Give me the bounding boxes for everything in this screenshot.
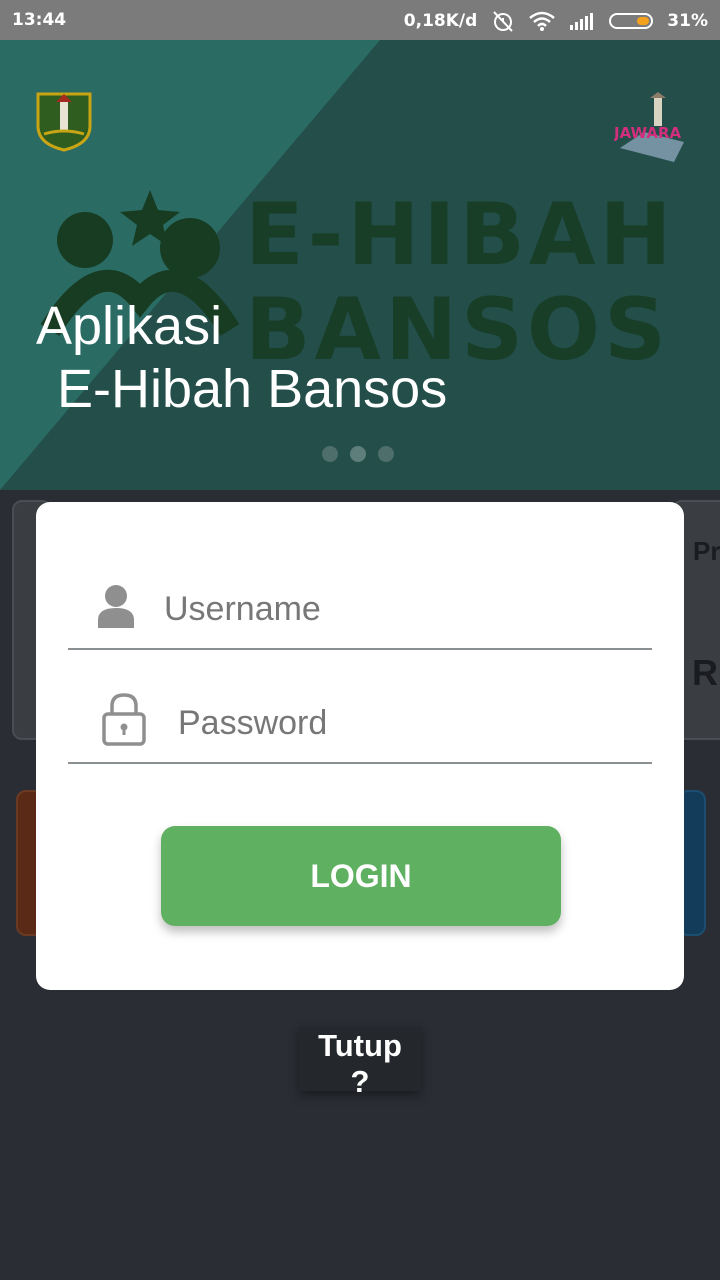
carousel-dot-active[interactable] bbox=[350, 446, 366, 462]
password-input[interactable] bbox=[176, 692, 620, 754]
battery-icon bbox=[609, 13, 654, 29]
username-field[interactable] bbox=[68, 578, 652, 650]
user-icon bbox=[98, 585, 134, 628]
jawara-logo: JAWARA bbox=[614, 92, 684, 162]
province-emblem-logo bbox=[36, 92, 92, 152]
login-dialog: LOGIN bbox=[36, 502, 684, 990]
carousel-dot[interactable] bbox=[378, 446, 394, 462]
carousel-indicator[interactable] bbox=[322, 446, 394, 462]
background-peek-text: Pr bbox=[693, 536, 720, 566]
lock-icon bbox=[102, 693, 146, 746]
status-bar: 13:44 0,18K/d 31% bbox=[0, 0, 720, 40]
banner-carousel[interactable]: E-HIBAH BANSOS JAWARA Aplikasi E-Hibah B… bbox=[0, 40, 720, 490]
banner-title-line2: E-Hibah Bansos bbox=[57, 359, 448, 419]
watermark-line1: E-HIBAH bbox=[245, 185, 676, 285]
status-right: 0,18K/d 31% bbox=[404, 10, 708, 32]
username-input[interactable] bbox=[162, 578, 606, 640]
status-time: 13:44 bbox=[12, 10, 67, 30]
login-button[interactable]: LOGIN bbox=[161, 826, 561, 926]
signal-icon bbox=[570, 13, 594, 30]
close-button[interactable]: Tutup ? bbox=[299, 1027, 421, 1099]
password-field[interactable] bbox=[68, 692, 652, 764]
battery-percent: 31% bbox=[667, 11, 708, 31]
network-speed: 0,18K/d bbox=[403, 11, 478, 31]
jawara-logo-text: JAWARA bbox=[614, 124, 682, 142]
wifi-icon bbox=[529, 11, 556, 31]
alarm-off-icon bbox=[493, 11, 514, 32]
background-peek-text: R bbox=[692, 652, 718, 693]
banner-title-line1: Aplikasi bbox=[36, 296, 223, 356]
carousel-dot[interactable] bbox=[322, 446, 338, 462]
